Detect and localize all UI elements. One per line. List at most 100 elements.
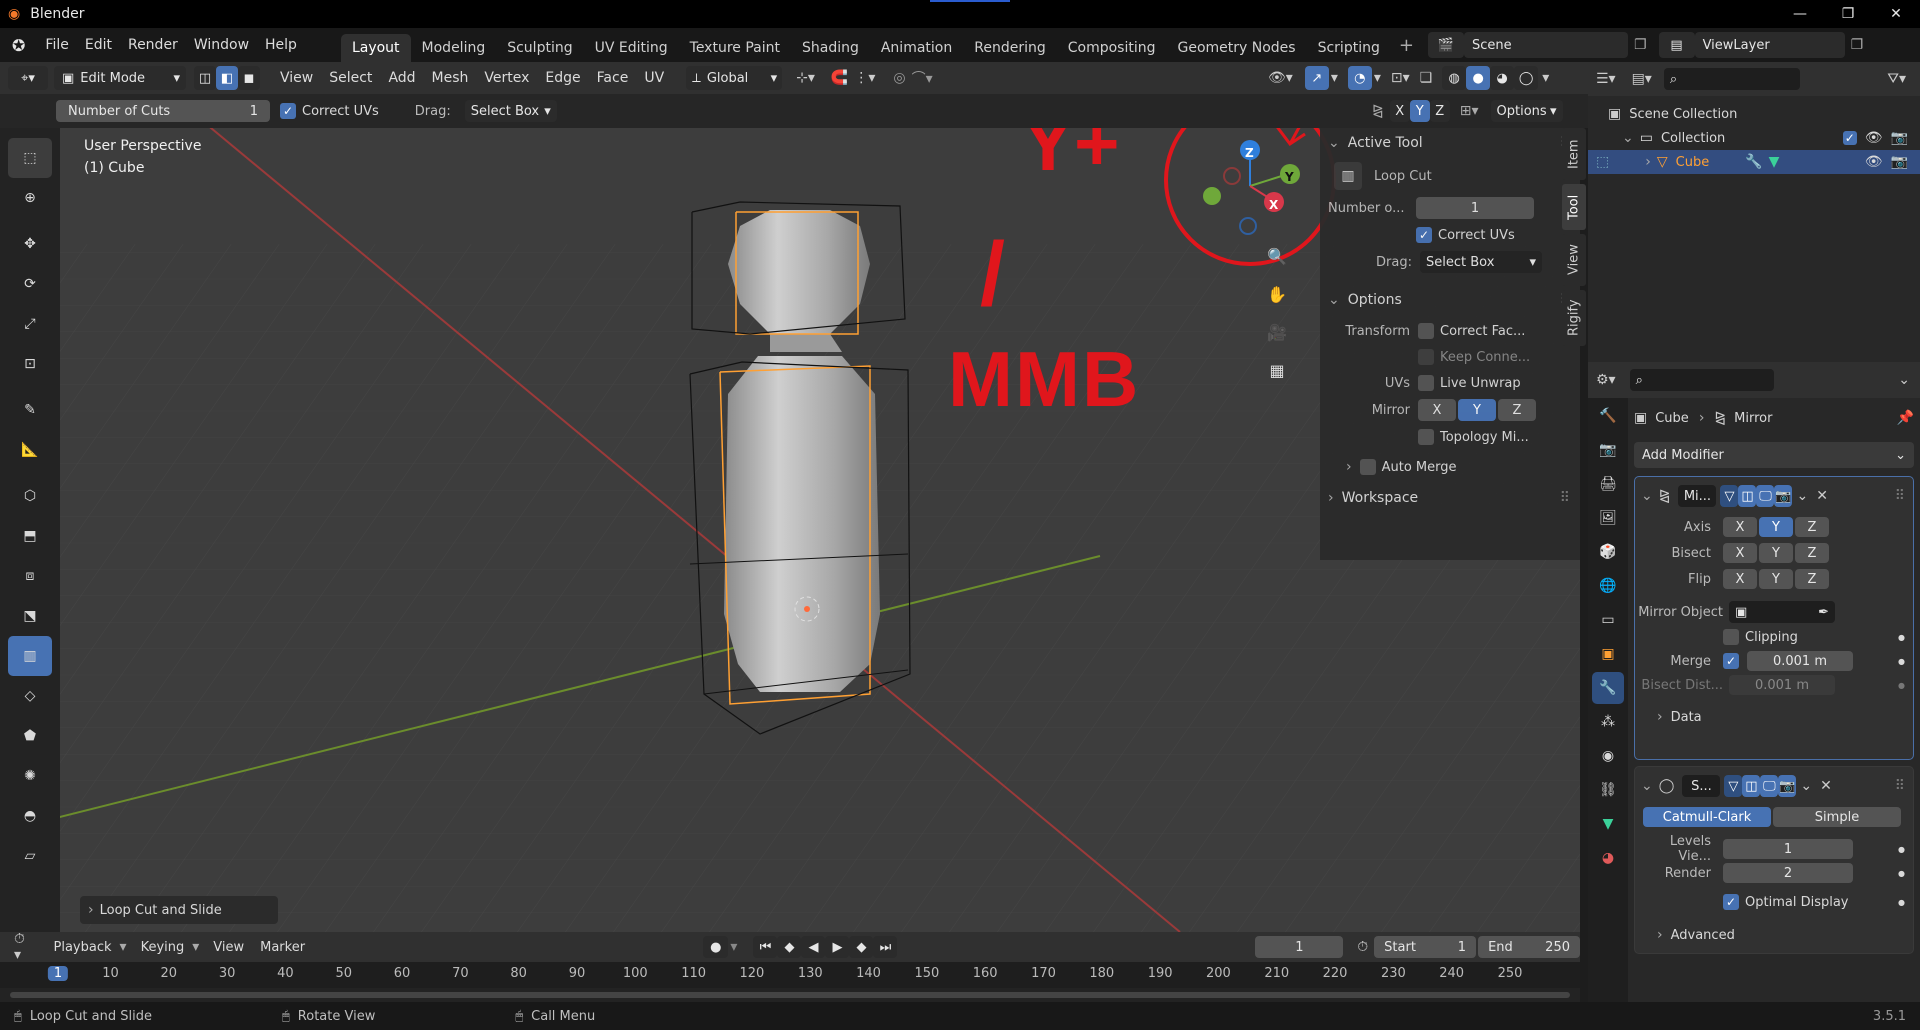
options-dropdown[interactable]: Options ▾ [1490, 100, 1563, 122]
bisect-y-button[interactable]: Y [1759, 543, 1793, 563]
add-cube-tool-icon[interactable]: ⬡ [8, 476, 52, 516]
menu-edit[interactable]: Edit [77, 37, 120, 53]
collection-include-checkbox[interactable]: ✓ [1842, 131, 1857, 145]
mesh-data-icon[interactable]: ▼ [1769, 154, 1780, 170]
chevron-down-icon[interactable]: ⌄ [1796, 488, 1808, 504]
material-tab-icon[interactable]: ◕ [1592, 842, 1624, 874]
scene-selector-button[interactable]: 🎬 [1428, 32, 1464, 58]
edit-cage-toggle-icon[interactable]: ▽ [1720, 485, 1739, 507]
camera-icon[interactable]: 📷 [1891, 130, 1908, 146]
auto-merge-row[interactable]: › Auto Merge [1320, 450, 1580, 484]
chevron-down-icon[interactable]: ⌄ [1898, 372, 1910, 388]
auto-merge-checkbox[interactable] [1359, 459, 1376, 475]
drag-select-dropdown[interactable]: Select Box ▾ [464, 100, 557, 122]
keyframe-dot-icon[interactable]: ● [1898, 869, 1905, 878]
timeline-menu-keying[interactable]: Keying [133, 940, 193, 955]
inset-tool-icon[interactable]: ⧈ [8, 556, 52, 596]
tab-scripting[interactable]: Scripting [1307, 34, 1391, 62]
menu-vertex[interactable]: Vertex [476, 70, 537, 86]
keyframe-dot-icon[interactable]: ● [1898, 681, 1905, 690]
eyedropper-icon[interactable]: ✒ [1818, 605, 1829, 620]
snap-target-icon[interactable]: ⋮▾ [854, 70, 875, 86]
particles-tab-icon[interactable]: ⁂ [1592, 706, 1624, 738]
catmull-clark-button[interactable]: Catmull-Clark [1643, 807, 1771, 827]
drag-handle-icon[interactable]: ⠿ [1895, 778, 1905, 794]
number-of-cuts-input[interactable]: 1 [1416, 197, 1534, 219]
display-mode-icon[interactable]: ▤▾ [1632, 71, 1652, 87]
overlay-menu-icon[interactable]: ▾ [1374, 70, 1381, 86]
mirror-object-field[interactable]: ▣ ✒ [1729, 601, 1835, 623]
play-reverse-icon[interactable]: ◀ [801, 936, 826, 958]
tab-uv-editing[interactable]: UV Editing [584, 34, 679, 62]
proportional-edit-icon[interactable]: ◎ [893, 70, 905, 86]
menu-help[interactable]: Help [257, 37, 305, 53]
editor-type-icon[interactable]: ⏱▾ [14, 931, 32, 963]
falloff-icon[interactable]: ⌒▾ [912, 68, 933, 88]
scene-copy-icon[interactable]: ❐ [1634, 37, 1647, 53]
chevron-down-icon[interactable]: ⌄ [1641, 488, 1653, 504]
topology-mirror-checkbox[interactable] [1418, 429, 1434, 445]
maximize-button[interactable]: ❐ [1824, 6, 1872, 22]
jump-end-icon[interactable]: ⏭ [873, 936, 898, 958]
tab-texture-paint[interactable]: Texture Paint [679, 34, 791, 62]
editmode-toggle-icon[interactable]: ◫ [1742, 775, 1761, 797]
filter-icon[interactable]: ⛛▾ [1887, 71, 1906, 87]
clipping-checkbox[interactable] [1723, 629, 1739, 645]
flip-z-button[interactable]: Z [1795, 569, 1829, 589]
move-tool-icon[interactable]: ✥ [8, 224, 52, 264]
collection-row[interactable]: ⌄ ▭ Collection ✓ 👁 📷 [1588, 126, 1920, 150]
options-header[interactable]: ⌄ Options ⠿ [1320, 282, 1580, 318]
merge-checkbox[interactable]: ✓ [1723, 653, 1739, 669]
auto-keying-button[interactable]: ● [703, 936, 729, 958]
drag-select-dropdown[interactable]: Select Box ▾ [1420, 251, 1542, 273]
simple-button[interactable]: Simple [1773, 807, 1901, 827]
mirror-x-button[interactable]: X [1418, 399, 1456, 421]
mirror-z-button[interactable]: Z [1498, 399, 1536, 421]
data-tab-icon[interactable]: ▼ [1592, 808, 1624, 840]
prev-keyframe-icon[interactable]: ◆ [777, 936, 802, 958]
rotate-tool-icon[interactable]: ⟳ [8, 264, 52, 304]
close-icon[interactable]: ✕ [1816, 488, 1828, 504]
shear-tool-icon[interactable]: ▱ [8, 836, 52, 876]
world-tab-icon[interactable]: 🌐 [1592, 570, 1624, 602]
menu-window[interactable]: Window [186, 37, 257, 53]
rendered-shading-button[interactable]: ◯ [1514, 66, 1539, 90]
start-frame-field[interactable]: Start 1 [1374, 936, 1477, 958]
scene-name-field[interactable]: Scene [1464, 32, 1628, 58]
play-icon[interactable]: ▶ [825, 936, 850, 958]
tab-view[interactable]: View [1562, 234, 1586, 286]
correct-face-checkbox[interactable] [1418, 323, 1434, 339]
smooth-tool-icon[interactable]: ◓ [8, 796, 52, 836]
object-tab-icon[interactable]: ▣ [1592, 638, 1624, 670]
editor-type-icon[interactable]: ⚙▾ [1596, 372, 1616, 388]
optimal-display-checkbox[interactable]: ✓ [1723, 894, 1739, 910]
mode-selector[interactable]: ▣ Edit Mode ▾ [54, 66, 186, 90]
physics-tab-icon[interactable]: ◉ [1592, 740, 1624, 772]
camera-view-icon[interactable]: 🎥 [1262, 318, 1292, 346]
correct-uvs-checkbox[interactable]: ✓ [280, 103, 296, 119]
menu-uv[interactable]: UV [636, 70, 672, 86]
header-mirror-y[interactable]: Y [1409, 100, 1430, 122]
menu-select[interactable]: Select [321, 70, 380, 86]
levels-viewport-field[interactable]: 1 [1723, 839, 1853, 859]
minimize-button[interactable]: — [1776, 6, 1824, 22]
pan-hand-icon[interactable]: ✋ [1262, 280, 1292, 308]
add-modifier-dropdown[interactable]: Add Modifier ⌄ [1634, 442, 1914, 468]
keyframe-dot-icon[interactable]: ● [1898, 633, 1905, 642]
bisect-x-button[interactable]: X [1723, 543, 1757, 563]
gizmo-toggle-button[interactable]: ↗ [1304, 66, 1329, 90]
tab-sculpting[interactable]: Sculpting [496, 34, 583, 62]
workspace-header[interactable]: › Workspace ⠿ [1320, 484, 1580, 512]
tab-rigify[interactable]: Rigify [1562, 290, 1586, 346]
tab-compositing[interactable]: Compositing [1057, 34, 1167, 62]
keyframe-dot-icon[interactable]: ● [1898, 657, 1905, 666]
flip-x-button[interactable]: X [1723, 569, 1757, 589]
orientation-selector[interactable]: ⟂ Global ▾ [686, 66, 783, 90]
tab-rendering[interactable]: Rendering [963, 34, 1057, 62]
add-workspace-button[interactable]: + [1399, 35, 1414, 56]
end-frame-field[interactable]: End 250 [1478, 936, 1580, 958]
vertex-select-button[interactable]: ◫ [194, 66, 216, 90]
axis-x-button[interactable]: X [1723, 517, 1757, 537]
pin-icon[interactable]: 📌 [1897, 410, 1914, 426]
close-icon[interactable]: ✕ [1820, 778, 1832, 794]
